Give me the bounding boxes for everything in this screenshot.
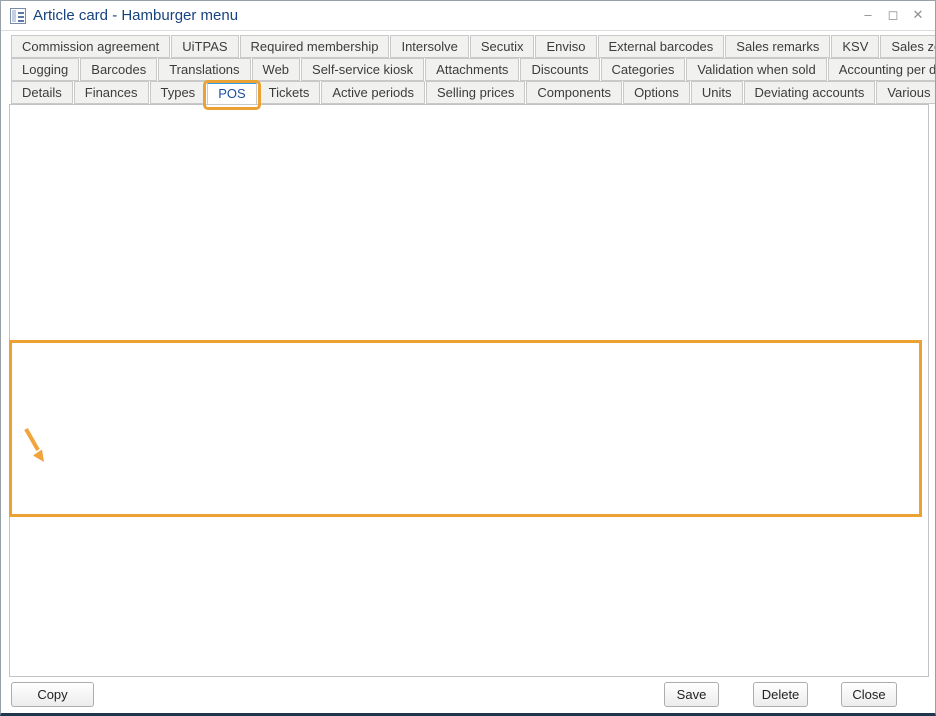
tab-secutix[interactable]: Secutix: [470, 35, 535, 58]
maximize-icon[interactable]: ◻: [884, 5, 902, 25]
tab-web[interactable]: Web: [252, 58, 301, 81]
tab-types[interactable]: Types: [150, 81, 207, 104]
tab-active-periods[interactable]: Active periods: [321, 81, 425, 104]
tab-barcodes[interactable]: Barcodes: [80, 58, 157, 81]
tab-various[interactable]: Various: [876, 81, 936, 104]
tab-tickets[interactable]: Tickets: [258, 81, 321, 104]
tab-intersolve[interactable]: Intersolve: [390, 35, 468, 58]
tab-accounting-per-division[interactable]: Accounting per division: [828, 58, 936, 81]
article-document-icon: [10, 8, 26, 24]
tab-units[interactable]: Units: [691, 81, 743, 104]
window-controls: – ◻ ✕: [859, 5, 927, 25]
minimize-icon[interactable]: –: [859, 5, 877, 25]
tab-sales-remarks[interactable]: Sales remarks: [725, 35, 830, 58]
tab-enviso[interactable]: Enviso: [535, 35, 596, 58]
tab-required-membership[interactable]: Required membership: [240, 35, 390, 58]
article-card-window: Article card - Hamburger menu – ◻ ✕ Comm…: [0, 0, 936, 716]
tab-self-service-kiosk[interactable]: Self-service kiosk: [301, 58, 424, 81]
tab-row-3: DetailsFinancesTypesPOSTicketsActive per…: [11, 81, 936, 105]
tab-uitpas[interactable]: UiTPAS: [171, 35, 238, 58]
tab-selling-prices[interactable]: Selling prices: [426, 81, 525, 104]
tab-options[interactable]: Options: [623, 81, 690, 104]
tab-commission-agreement[interactable]: Commission agreement: [11, 35, 170, 58]
tab-categories[interactable]: Categories: [601, 58, 686, 81]
tab-external-barcodes[interactable]: External barcodes: [598, 35, 725, 58]
tab-logging[interactable]: Logging: [11, 58, 79, 81]
delete-button[interactable]: Delete: [753, 682, 808, 707]
tab-components[interactable]: Components: [526, 81, 622, 104]
tab-ksv[interactable]: KSV: [831, 35, 879, 58]
tab-row-1: Commission agreementUiTPASRequired membe…: [11, 35, 936, 58]
copy-button[interactable]: Copy: [11, 682, 94, 707]
tab-row-2: LoggingBarcodesTranslationsWebSelf-servi…: [11, 58, 936, 81]
title-bar: Article card - Hamburger menu – ◻ ✕: [1, 1, 935, 31]
close-button[interactable]: Close: [841, 682, 897, 707]
tab-pos[interactable]: POS: [207, 81, 256, 105]
tab-validation-when-sold[interactable]: Validation when sold: [686, 58, 826, 81]
tab-discounts[interactable]: Discounts: [520, 58, 599, 81]
tab-attachments[interactable]: Attachments: [425, 58, 519, 81]
window-title: Article card - Hamburger menu: [33, 7, 238, 24]
save-button[interactable]: Save: [664, 682, 719, 707]
close-icon[interactable]: ✕: [909, 5, 927, 25]
tab-deviating-accounts[interactable]: Deviating accounts: [744, 81, 876, 104]
tab-details[interactable]: Details: [11, 81, 73, 104]
pos-tab-panel: [9, 104, 929, 677]
tab-translations[interactable]: Translations: [158, 58, 250, 81]
tab-sales-zone-availability[interactable]: Sales zone availability: [880, 35, 936, 58]
tab-finances[interactable]: Finances: [74, 81, 149, 104]
